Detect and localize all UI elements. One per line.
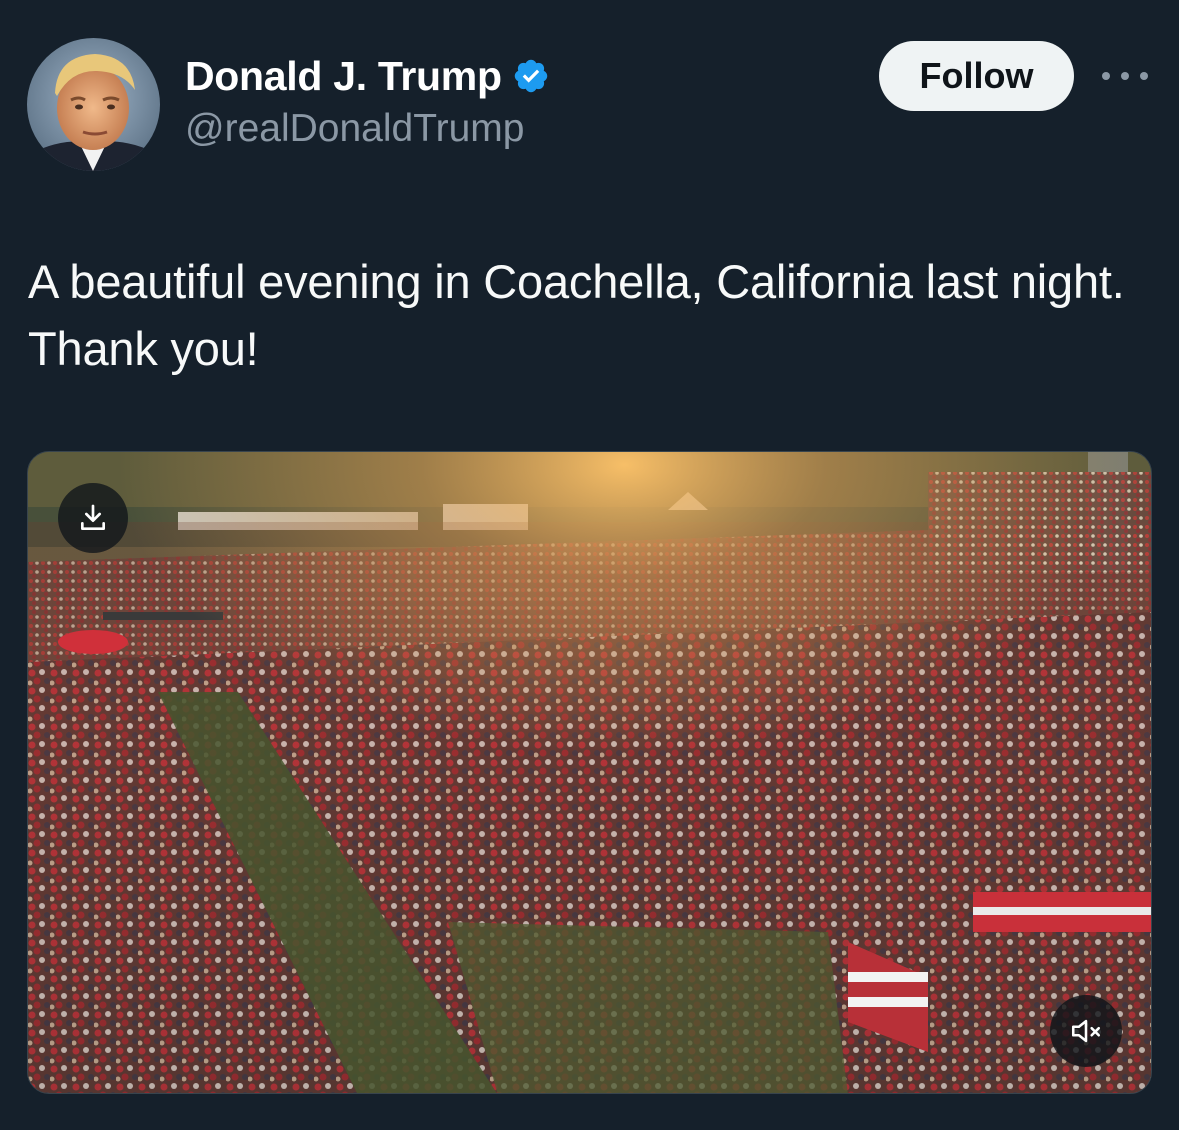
dot bbox=[1102, 72, 1110, 80]
follow-button[interactable]: Follow bbox=[879, 41, 1074, 111]
avatar[interactable] bbox=[27, 38, 160, 171]
tweet: Donald J. Trump @realDonaldTrump Follow … bbox=[0, 0, 1179, 1130]
volume-muted-icon bbox=[1071, 1019, 1101, 1043]
tweet-text: A beautiful evening in Coachella, Califo… bbox=[28, 255, 1125, 375]
author-info: Donald J. Trump @realDonaldTrump bbox=[185, 52, 550, 154]
video-player[interactable] bbox=[27, 451, 1152, 1094]
dot bbox=[1140, 72, 1148, 80]
name-row: Donald J. Trump bbox=[185, 52, 550, 100]
display-name[interactable]: Donald J. Trump bbox=[185, 52, 502, 100]
handle[interactable]: @realDonaldTrump bbox=[185, 104, 550, 154]
video-frame bbox=[28, 452, 1151, 1093]
verified-badge-icon bbox=[514, 59, 547, 93]
download-icon bbox=[81, 504, 105, 530]
more-horizontal-icon[interactable] bbox=[1102, 66, 1148, 86]
download-button[interactable] bbox=[58, 483, 128, 553]
mute-button[interactable] bbox=[1050, 995, 1122, 1067]
dot bbox=[1121, 72, 1129, 80]
profile-photo bbox=[27, 38, 160, 171]
